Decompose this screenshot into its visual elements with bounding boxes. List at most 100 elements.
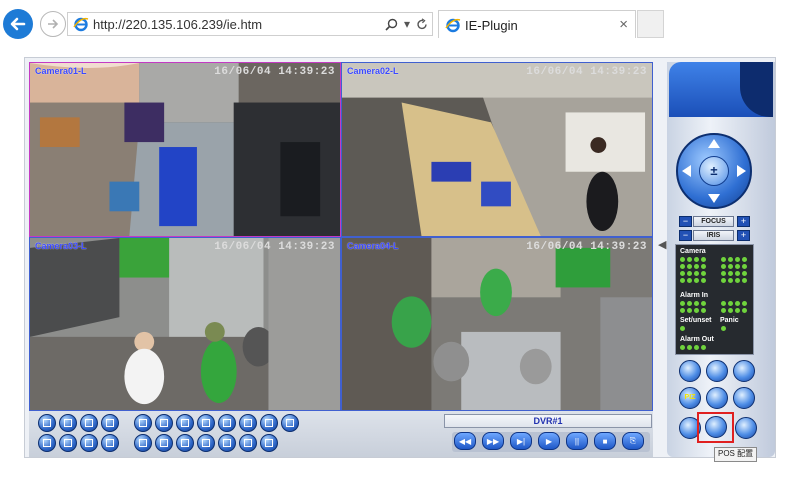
tab-close-icon[interactable]: × (619, 16, 628, 33)
status-led (680, 264, 685, 269)
dvr-label: DVR#1 (444, 414, 652, 428)
stop-button[interactable]: ■ (594, 432, 616, 450)
status-led (701, 264, 706, 269)
layout-6-button[interactable] (38, 434, 56, 452)
fast-forward-button[interactable]: ▶▶ (482, 432, 504, 450)
status-led (742, 278, 747, 283)
schedule-button[interactable] (679, 360, 701, 382)
back-button[interactable] (3, 9, 33, 39)
copy-button[interactable]: ⎘ (622, 432, 644, 450)
address-bar[interactable]: http://220.135.106.239/ie.htm ▾ (67, 12, 433, 36)
forward-button[interactable] (40, 11, 66, 37)
microphone-button[interactable] (218, 414, 236, 432)
status-led (701, 301, 706, 306)
ptz-button[interactable]: PIZ (679, 387, 701, 409)
tab-ie-plugin[interactable]: IE-Plugin × (438, 10, 636, 38)
rewind-button[interactable]: ◀◀ (454, 432, 476, 450)
status-led (680, 308, 685, 313)
tool-button-14[interactable] (239, 434, 257, 452)
camera-view-1[interactable]: Camera01-L 16/06/04 14:39:23 (29, 62, 341, 237)
status-led (680, 278, 685, 283)
setunset-label: Set/unset (680, 317, 712, 324)
tool-button-12[interactable] (197, 434, 215, 452)
panel-collapse-icon[interactable]: ◀ (658, 238, 666, 254)
status-led (721, 301, 726, 306)
status-led (728, 308, 733, 313)
status-led (680, 326, 685, 331)
status-led (735, 257, 740, 262)
network-button[interactable] (733, 387, 755, 409)
status-led (687, 278, 692, 283)
iris-minus-button[interactable]: − (679, 230, 692, 241)
status-led (694, 264, 699, 269)
address-dropdown-icon[interactable]: ▾ (404, 17, 410, 31)
tool-button-3[interactable] (176, 414, 194, 432)
camera-name: Camera01-L (35, 66, 87, 76)
status-led (694, 301, 699, 306)
status-led (694, 308, 699, 313)
pos-button[interactable] (706, 387, 728, 409)
camera-timestamp: 16/06/04 14:39:23 (214, 66, 335, 78)
iris-plus-button[interactable]: + (737, 230, 750, 241)
layout-1-button[interactable] (38, 414, 56, 432)
status-led (735, 264, 740, 269)
status-led (680, 271, 685, 276)
status-led (701, 257, 706, 262)
tool-button-7[interactable] (260, 414, 278, 432)
zoom-center-button[interactable]: ± (699, 156, 729, 186)
tool-button-10[interactable] (155, 434, 173, 452)
focus-minus-button[interactable]: − (679, 216, 692, 227)
status-led (742, 271, 747, 276)
layout-9-button[interactable] (80, 414, 98, 432)
tool-button-15[interactable] (260, 434, 278, 452)
layout-4-button[interactable] (59, 414, 77, 432)
globe-button[interactable] (735, 417, 757, 439)
ie-logo-icon (445, 18, 461, 33)
camera-view-2[interactable]: Camera02-L 16/06/04 14:39:23 (341, 62, 653, 237)
status-led (721, 308, 726, 313)
tool-button-13[interactable] (218, 434, 236, 452)
tool-button-8[interactable] (281, 414, 299, 432)
camera-feed-1 (30, 63, 340, 236)
layout-16-button[interactable] (101, 414, 119, 432)
tooltip: POS 配置 (714, 447, 758, 462)
status-led (687, 271, 692, 276)
layout-13-button[interactable] (101, 434, 119, 452)
alarm-button[interactable] (706, 360, 728, 382)
play-button[interactable]: ▶ (538, 432, 560, 450)
new-tab-button[interactable] (637, 10, 664, 38)
search-icon[interactable] (385, 18, 398, 31)
status-led (728, 271, 733, 276)
status-led (721, 264, 726, 269)
camera-view-4[interactable]: Camera04-L 16/06/04 14:39:23 (341, 237, 653, 411)
status-led (694, 271, 699, 276)
status-led (721, 257, 726, 262)
iris-label: IRIS (693, 230, 734, 241)
headphone-button[interactable] (197, 414, 215, 432)
camera-view-3[interactable]: Camera03-L 16/06/04 14:39:23 (29, 237, 341, 411)
pause-button[interactable]: || (566, 432, 588, 450)
tool-button-11[interactable] (176, 434, 194, 452)
step-forward-button[interactable]: ▶| (510, 432, 532, 450)
record-button[interactable] (733, 360, 755, 382)
layout-10-button[interactable] (80, 434, 98, 452)
status-led (701, 345, 706, 350)
status-led (694, 345, 699, 350)
status-led (701, 308, 706, 313)
tool-button-1[interactable] (134, 414, 152, 432)
tool-button-2[interactable] (155, 414, 173, 432)
status-led (687, 308, 692, 313)
camera-timestamp: 16/06/04 14:39:23 (526, 66, 647, 78)
layout-8-button[interactable] (59, 434, 77, 452)
refresh-icon[interactable] (416, 17, 428, 31)
status-led (687, 264, 692, 269)
tool-button-6[interactable] (239, 414, 257, 432)
focus-plus-button[interactable]: + (737, 216, 750, 227)
status-led (735, 308, 740, 313)
status-led (701, 278, 706, 283)
status-led (728, 264, 733, 269)
status-led (742, 308, 747, 313)
back-arrow-icon (10, 17, 26, 31)
tab-title: IE-Plugin (465, 18, 518, 33)
tool-button-9[interactable] (134, 434, 152, 452)
